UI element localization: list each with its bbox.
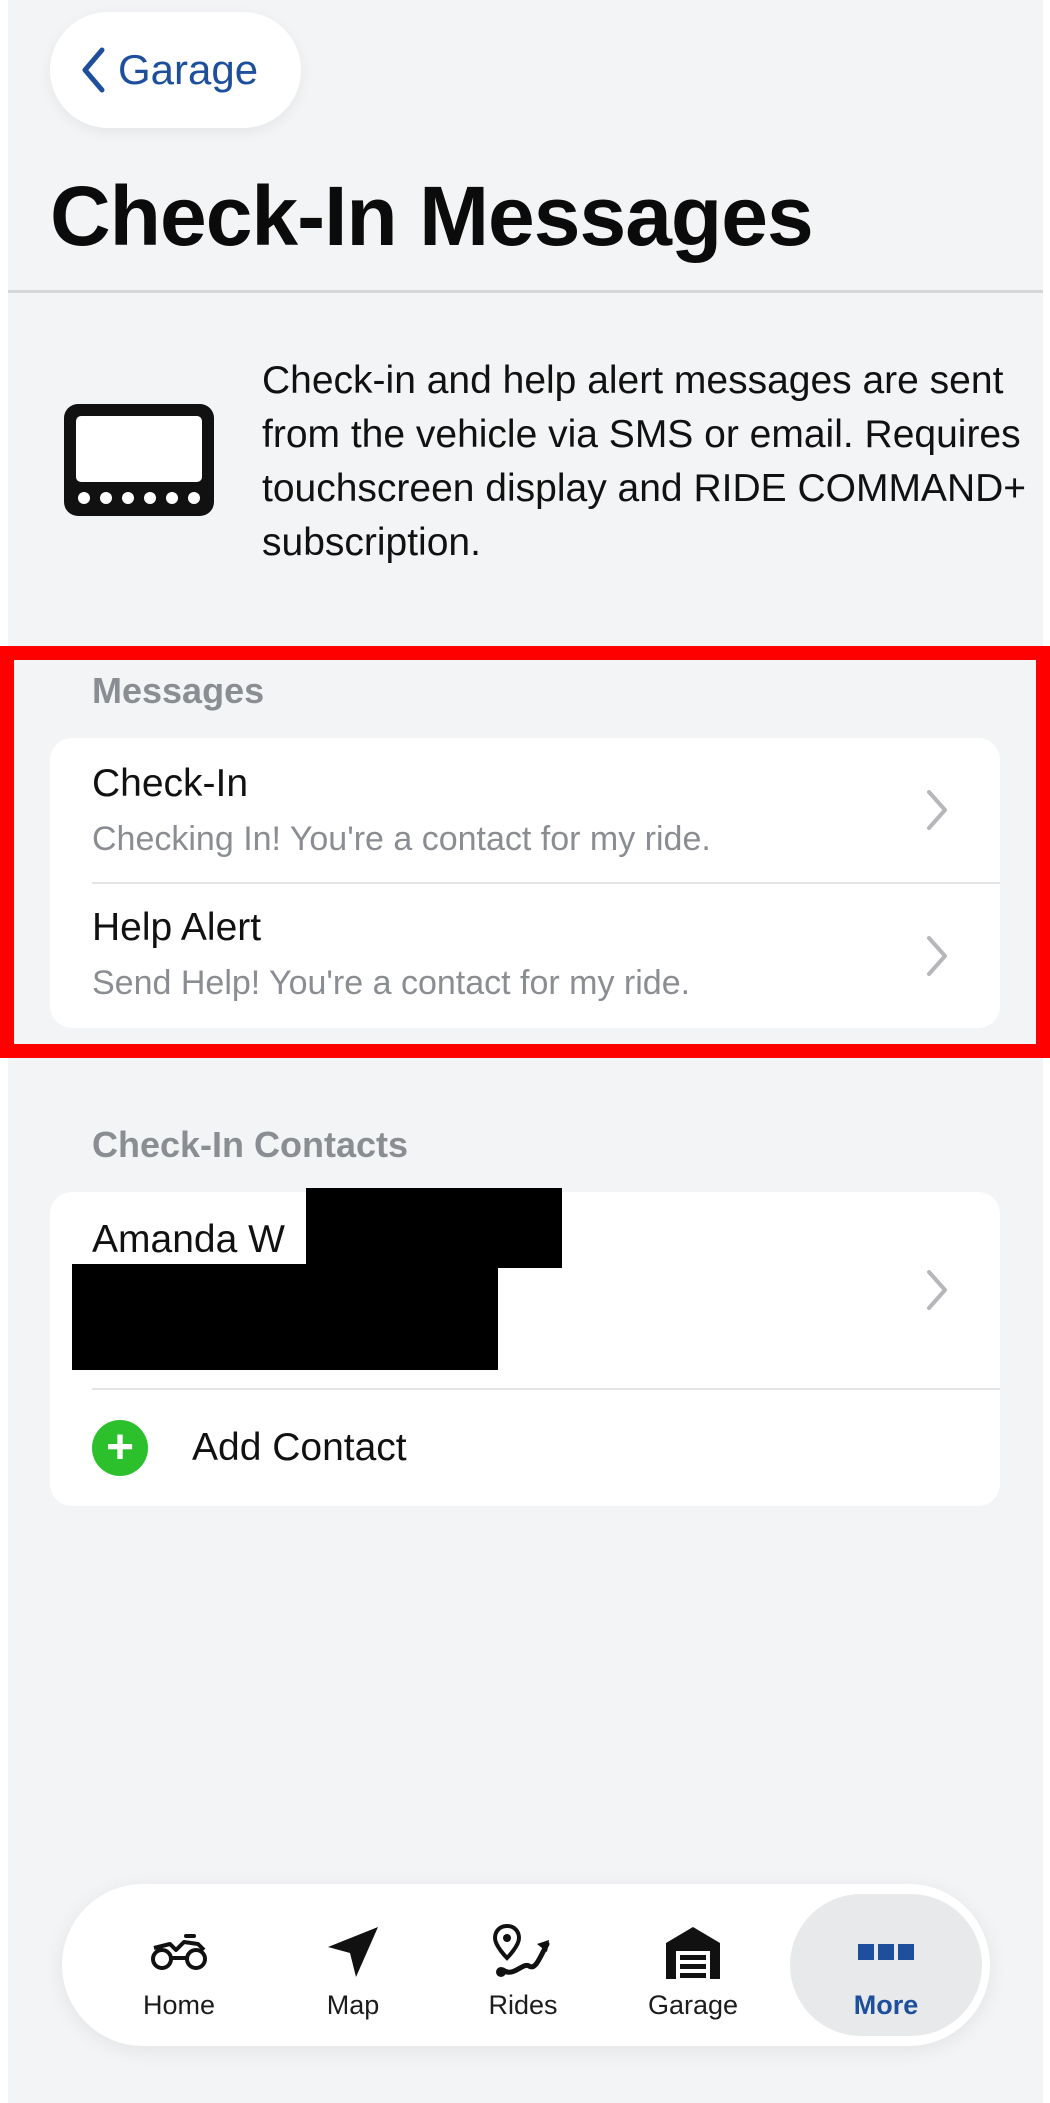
tab-more[interactable]: More xyxy=(790,1894,982,2036)
intro-description: Check-in and help alert messages are sen… xyxy=(262,359,1027,564)
garage-icon xyxy=(666,1927,720,1979)
more-dots-icon xyxy=(858,1944,914,1960)
message-subtitle: Checking In! You're a contact for my rid… xyxy=(92,820,711,858)
tab-label: More xyxy=(853,1990,919,2020)
header-divider xyxy=(8,290,1043,293)
contact-name: Amanda W xyxy=(92,1218,285,1261)
tab-label: Map xyxy=(326,1990,380,2020)
screen: Garage Check-In Messages Check-in and he… xyxy=(0,0,1050,2103)
redaction-block xyxy=(306,1188,562,1268)
tab-label: Rides xyxy=(488,1990,558,2020)
message-title: Help Alert xyxy=(92,906,262,949)
tab-bar: Home Map Rides Garage More xyxy=(62,1884,990,2046)
chevron-left-icon xyxy=(82,47,105,93)
chevron-right-icon xyxy=(927,790,947,830)
page-title: Check-In Messages xyxy=(50,169,814,263)
atv-icon xyxy=(151,1934,207,1970)
tab-label: Garage xyxy=(647,1990,739,2020)
chevron-right-icon xyxy=(927,936,947,976)
tab-map[interactable]: Map xyxy=(268,1884,438,2046)
tab-rides[interactable]: Rides xyxy=(438,1884,608,2046)
messages-card: Check-In Checking In! You're a contact f… xyxy=(50,738,1000,1028)
chevron-right-icon xyxy=(927,1270,947,1310)
app-screen: Garage Check-In Messages Check-in and he… xyxy=(8,0,1043,2103)
tab-label: Home xyxy=(142,1990,216,2020)
touchscreen-display-icon xyxy=(64,404,214,516)
messages-section-header: Messages xyxy=(92,670,265,711)
message-row-help-alert[interactable]: Help Alert Send Help! You're a contact f… xyxy=(50,884,1000,1028)
add-contact-label: Add Contact xyxy=(192,1426,407,1469)
navigation-arrow-icon xyxy=(328,1927,378,1977)
redaction-block xyxy=(72,1264,498,1370)
tab-garage[interactable]: Garage xyxy=(608,1884,778,2046)
back-button-label: Garage xyxy=(118,46,259,93)
contacts-card: Amanda W + Add Contact xyxy=(50,1188,1000,1506)
add-contact-row[interactable]: + Add Contact xyxy=(50,1390,1000,1506)
contacts-section-header: Check-In Contacts xyxy=(92,1124,409,1165)
add-icon: + xyxy=(92,1420,148,1476)
message-subtitle: Send Help! You're a contact for my ride. xyxy=(92,964,691,1002)
message-title: Check-In xyxy=(92,762,249,805)
contact-row[interactable]: Amanda W xyxy=(50,1188,1000,1388)
message-row-check-in[interactable]: Check-In Checking In! You're a contact f… xyxy=(50,738,1000,882)
tab-home[interactable]: Home xyxy=(94,1884,264,2046)
route-icon xyxy=(493,1923,550,1977)
back-button[interactable]: Garage xyxy=(50,12,301,128)
